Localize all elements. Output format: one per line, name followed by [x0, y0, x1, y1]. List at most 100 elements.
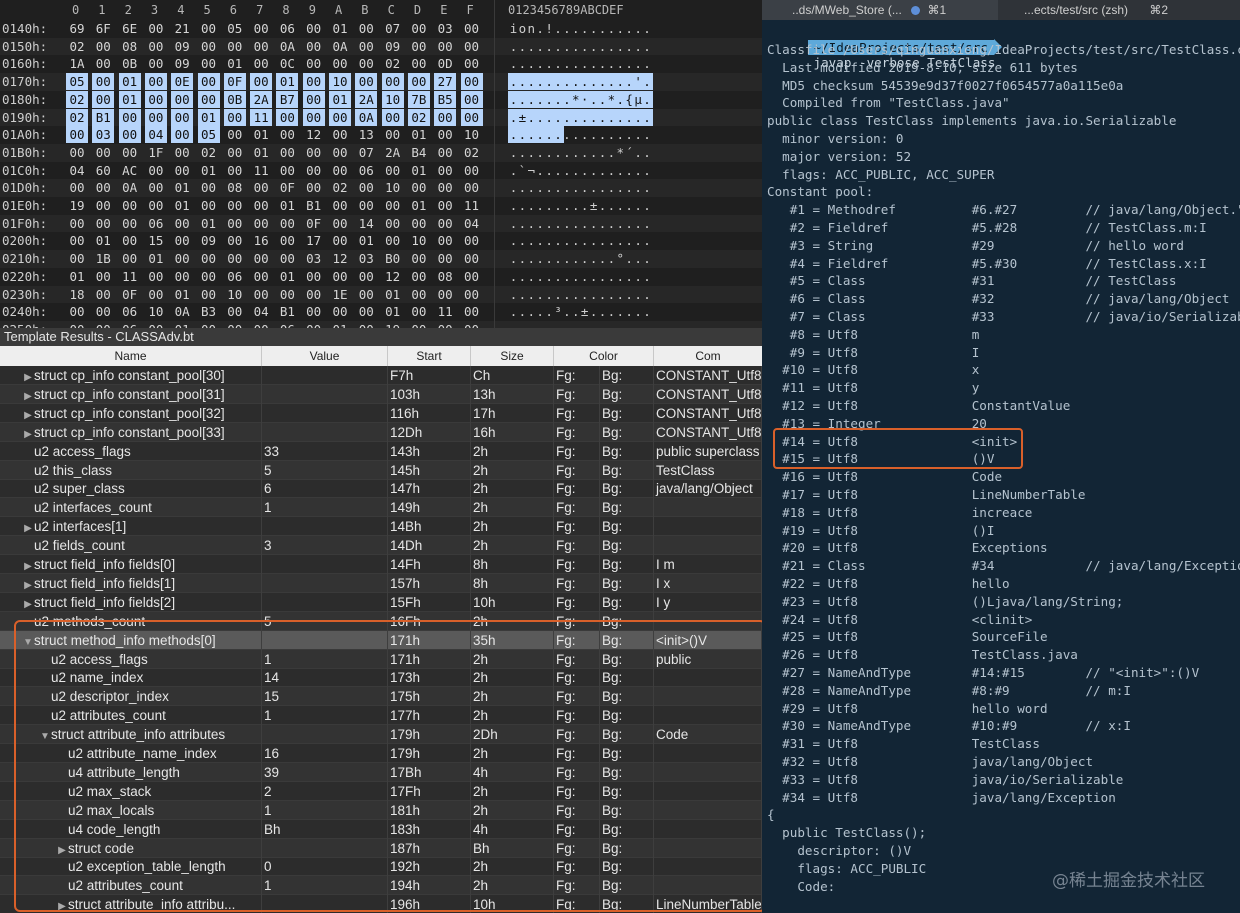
hex-byte[interactable]: 00	[461, 38, 483, 55]
hex-byte[interactable]: 00	[198, 286, 220, 303]
hex-byte[interactable]: 06	[119, 321, 141, 328]
hex-byte[interactable]: 00	[303, 179, 325, 196]
hex-byte[interactable]: AC	[119, 162, 141, 179]
expanded-caret-icon[interactable]: ▼	[22, 633, 34, 650]
hex-byte[interactable]: 01	[329, 20, 351, 37]
hex-byte[interactable]: 01	[276, 73, 299, 91]
hex-byte[interactable]: 01	[145, 250, 167, 267]
hex-byte[interactable]: 02	[66, 108, 88, 126]
hex-byte[interactable]: 00	[434, 38, 456, 55]
hex-byte[interactable]: 0A	[119, 179, 141, 196]
hex-byte[interactable]: 7B	[407, 90, 430, 108]
hex-byte[interactable]: 0F	[223, 73, 246, 91]
hex-ascii-char[interactable]: .	[642, 55, 653, 72]
hex-byte[interactable]: 00	[119, 144, 141, 161]
hex-byte[interactable]: 1A	[66, 55, 88, 72]
hex-byte[interactable]: 11	[461, 197, 483, 214]
hex-byte[interactable]: 00	[355, 38, 377, 55]
hex-byte[interactable]: 00	[434, 286, 456, 303]
hex-byte[interactable]: 00	[92, 215, 114, 232]
hex-byte[interactable]: 18	[66, 286, 88, 303]
hex-byte[interactable]: 00	[171, 90, 194, 108]
template-row[interactable]: ▶ struct code 187h Bh Fg: Bg:	[0, 838, 762, 858]
hex-byte[interactable]: 0B	[223, 90, 246, 108]
hex-byte[interactable]: 02	[407, 108, 430, 126]
hex-byte[interactable]: 0B	[119, 55, 141, 72]
hex-byte[interactable]: 00	[303, 162, 325, 179]
hex-byte[interactable]: 0E	[171, 73, 194, 91]
hex-byte[interactable]: 16	[250, 232, 272, 249]
template-row[interactable]: ▶ u2 interfaces[1] 14Bh 2h Fg: Bg:	[0, 517, 762, 537]
hex-byte[interactable]: 12	[303, 126, 325, 143]
hex-byte[interactable]: 11	[250, 162, 272, 179]
hex-byte[interactable]: 04	[66, 162, 88, 179]
hex-byte[interactable]: B1	[92, 108, 115, 126]
hex-byte[interactable]: 00	[119, 215, 141, 232]
hex-ascii-char[interactable]: .	[642, 20, 653, 37]
hex-byte[interactable]: 00	[92, 321, 114, 328]
hex-byte[interactable]: 00	[250, 179, 272, 196]
hex-byte[interactable]: 00	[461, 179, 483, 196]
hex-byte[interactable]: 05	[66, 73, 88, 91]
hex-byte[interactable]: 0F	[303, 215, 325, 232]
hex-byte[interactable]: 6E	[119, 20, 141, 37]
hex-byte[interactable]: 00	[329, 268, 351, 285]
hex-byte[interactable]: 00	[434, 179, 456, 196]
hex-byte[interactable]: 00	[460, 73, 483, 91]
template-row[interactable]: u2 name_index 14 173h 2h Fg: Bg:	[0, 668, 762, 688]
terminal-output[interactable]: ~/IdeaProjects/test/src javap -verbose T…	[762, 22, 1240, 913]
hex-ascii-char[interactable]: .	[642, 38, 653, 55]
hex-byte[interactable]: 1F	[145, 144, 167, 161]
hex-byte[interactable]: 00	[434, 162, 456, 179]
hex-byte[interactable]: 17	[303, 232, 325, 249]
template-row[interactable]: ▶ struct cp_info constant_pool[32] 116h 17h…	[0, 403, 762, 423]
hex-row[interactable]: 0250h:00000600010000000600010019000000..…	[0, 320, 762, 328]
hex-byte[interactable]: 00	[224, 215, 246, 232]
hex-byte[interactable]: 00	[460, 108, 483, 126]
hex-ascii-char[interactable]: .	[641, 73, 653, 91]
hex-byte[interactable]: B5	[434, 90, 457, 108]
hex-byte[interactable]: 12	[382, 268, 404, 285]
hex-byte[interactable]: 00	[408, 38, 430, 55]
template-row[interactable]: u2 descriptor_index 15 175h 2h Fg: Bg:	[0, 687, 762, 707]
hex-byte[interactable]: 02	[66, 38, 88, 55]
hex-byte[interactable]: 01	[408, 162, 430, 179]
hex-row[interactable]: 0160h: 1A 00 0B 00 09 00 01 00 0C 00 00 00 02 00 0D 00..…	[0, 55, 762, 73]
hex-byte[interactable]: 19	[382, 321, 404, 328]
hex-row[interactable]: 01C0h: 04 60 AC 00 00 01 00 11 00 00 00 06 00 01 00 00. `…	[0, 162, 762, 180]
template-row[interactable]: ▶ struct field_info fields[0] 14Fh 8h Fg: Bg:…	[0, 555, 762, 574]
hex-byte[interactable]: 06	[276, 20, 298, 37]
expanded-caret-icon[interactable]: ▼	[39, 727, 51, 744]
hex-byte[interactable]: 00	[355, 303, 377, 320]
hex-byte[interactable]: 6F	[92, 20, 114, 37]
hex-byte[interactable]: 00	[92, 90, 115, 108]
template-row[interactable]: ▶ struct cp_info constant_pool[33] 12Dh 16h…	[0, 422, 762, 442]
template-results-panel[interactable]: Template Results - CLASSAdv.bt Name Valu…	[0, 328, 762, 913]
terminal-window[interactable]: ..ds/MWeb_Store (... ⌘1 ...ects/test/src…	[762, 0, 1240, 913]
hex-ascii-char[interactable]: .	[642, 179, 653, 196]
hex-byte[interactable]: 2A	[355, 90, 378, 108]
hex-byte[interactable]: 0F	[276, 179, 298, 196]
hex-byte[interactable]: 00	[224, 144, 246, 161]
hex-byte[interactable]: 04	[144, 126, 167, 144]
hex-byte[interactable]: 00	[382, 197, 404, 214]
hex-row[interactable]: 01B0h: 00 00 00 1F 00 02 00 01 00 00 00 07 2A B4 00 02..…	[0, 143, 762, 162]
hex-byte[interactable]: 01	[66, 268, 88, 285]
hex-byte[interactable]: 00	[381, 108, 404, 126]
hex-byte[interactable]: 0A	[329, 38, 351, 55]
template-row[interactable]: ▶ struct field_info fields[2] 15Fh 10h Fg: Bg…	[0, 592, 762, 612]
hex-byte[interactable]: 00	[329, 55, 351, 72]
hex-byte[interactable]: 00	[119, 250, 141, 267]
hex-byte[interactable]: B4	[408, 144, 430, 161]
hex-byte[interactable]: 00	[198, 55, 220, 72]
hex-byte[interactable]: 0A	[171, 303, 193, 320]
hex-byte[interactable]: 01	[92, 232, 114, 249]
hex-byte[interactable]: 01	[250, 144, 272, 161]
hex-byte[interactable]: 00	[92, 286, 114, 303]
hex-byte[interactable]: 00	[198, 268, 220, 285]
hex-byte[interactable]: 00	[461, 268, 483, 285]
template-row[interactable]: ▶ struct cp_info constant_pool[30] F7h Ch Fg…	[0, 366, 762, 385]
hex-byte[interactable]: 00	[461, 286, 483, 303]
hex-byte[interactable]: 00	[66, 232, 88, 249]
hex-ascii-char[interactable]: .	[642, 321, 653, 328]
